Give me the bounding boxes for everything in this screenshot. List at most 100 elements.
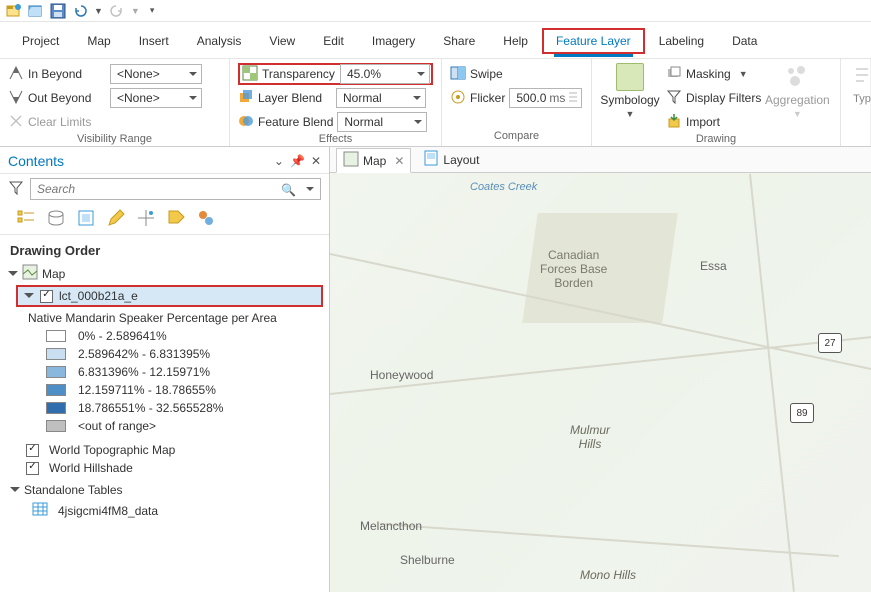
basemap1-checkbox[interactable] bbox=[26, 444, 39, 457]
map-view-icon bbox=[343, 151, 359, 170]
clear-limits-icon bbox=[8, 113, 24, 132]
transparency-combo[interactable]: 45.0% bbox=[340, 64, 430, 84]
layer-visibility-checkbox[interactable] bbox=[40, 290, 53, 303]
search-input[interactable]: Search 🔍 bbox=[30, 178, 321, 200]
tab-data[interactable]: Data bbox=[718, 28, 771, 54]
expand-map-icon[interactable] bbox=[8, 271, 18, 281]
type-button[interactable]: Typ bbox=[849, 63, 871, 105]
tab-analysis[interactable]: Analysis bbox=[183, 28, 256, 54]
tab-insert[interactable]: Insert bbox=[125, 28, 183, 54]
basemap1-label[interactable]: World Topographic Map bbox=[49, 443, 175, 457]
aggregation-button[interactable]: Aggregation ▼ bbox=[767, 63, 827, 119]
symbology-title: Native Mandarin Speaker Percentage per A… bbox=[6, 307, 323, 327]
group-compare-label: Compare bbox=[450, 130, 583, 144]
close-map-icon[interactable]: ✕ bbox=[394, 154, 404, 168]
type-icon bbox=[852, 63, 871, 91]
open-project-icon[interactable] bbox=[28, 3, 44, 19]
out-beyond-combo[interactable]: <None> bbox=[110, 88, 202, 108]
undo-icon[interactable] bbox=[72, 3, 88, 19]
save-icon[interactable] bbox=[50, 3, 66, 19]
tab-project[interactable]: Project bbox=[8, 28, 73, 54]
legend-row: 0% - 2.589641% bbox=[6, 327, 323, 345]
list-by-drawing-order-icon[interactable] bbox=[16, 208, 36, 228]
undo-dropdown-icon[interactable]: ▼ bbox=[94, 6, 103, 16]
toc-mode-bar bbox=[0, 204, 329, 235]
clear-limits-label[interactable]: Clear Limits bbox=[28, 115, 106, 129]
map-label-mulmur: Mulmur Hills bbox=[570, 423, 610, 451]
dropdown-icon[interactable]: ⌄ bbox=[274, 154, 284, 168]
map-label-honeywood: Honeywood bbox=[370, 368, 433, 382]
display-filters-label[interactable]: Display Filters bbox=[686, 91, 761, 105]
table1-label[interactable]: 4jsigcmi4fM8_data bbox=[58, 504, 158, 518]
legend-label: 18.786551% - 32.565528% bbox=[78, 401, 223, 415]
tab-edit[interactable]: Edit bbox=[309, 28, 358, 54]
list-by-snapping-icon[interactable] bbox=[136, 208, 156, 228]
tab-view[interactable]: View bbox=[255, 28, 309, 54]
map-label[interactable]: Map bbox=[42, 267, 65, 281]
legend-label: 12.159711% - 18.78655% bbox=[78, 383, 216, 397]
tab-labeling[interactable]: Labeling bbox=[645, 28, 718, 54]
out-beyond-icon bbox=[8, 89, 24, 108]
transparency-label: Transparency bbox=[262, 67, 336, 81]
tab-feature-layer[interactable]: Feature Layer bbox=[542, 28, 645, 54]
symbology-icon bbox=[616, 63, 644, 91]
route-shield-89: 89 bbox=[790, 403, 814, 423]
out-of-range-label: <out of range> bbox=[78, 419, 156, 433]
legend-row: 12.159711% - 18.78655% bbox=[6, 381, 323, 399]
swatch-icon bbox=[46, 366, 66, 378]
basemap2-label[interactable]: World Hillshade bbox=[49, 461, 133, 475]
map-label-shelburne: Shelburne bbox=[400, 553, 455, 567]
tab-view-layout[interactable]: Layout bbox=[417, 148, 485, 171]
expand-layer-icon[interactable] bbox=[24, 293, 34, 303]
masking-label[interactable]: Masking bbox=[686, 67, 731, 81]
legend-label: 0% - 2.589641% bbox=[78, 329, 167, 343]
masking-drop-icon: ▼ bbox=[739, 69, 748, 79]
flicker-spin[interactable]: 500.0ms bbox=[509, 88, 582, 108]
swatch-icon bbox=[46, 330, 66, 342]
list-by-perception-icon[interactable] bbox=[196, 208, 216, 228]
basemap2-checkbox[interactable] bbox=[26, 462, 39, 475]
legend-label: 6.831396% - 12.15971% bbox=[78, 365, 210, 379]
layer-blend-combo[interactable]: Normal bbox=[336, 88, 426, 108]
swipe-icon bbox=[450, 65, 466, 84]
symbology-drop-icon: ▼ bbox=[626, 109, 635, 119]
redo-dropdown-icon[interactable]: ▼ bbox=[131, 6, 140, 16]
layer-name[interactable]: lct_000b21a_e bbox=[59, 289, 138, 303]
map-area: Map✕ Layout Coates Creek Canadian Forces… bbox=[330, 147, 871, 592]
legend-label: 2.589642% - 6.831395% bbox=[78, 347, 210, 361]
tab-map[interactable]: Map bbox=[73, 28, 124, 54]
group-drawing-label: Drawing bbox=[600, 133, 832, 147]
in-beyond-combo[interactable]: <None> bbox=[110, 64, 202, 84]
list-by-source-icon[interactable] bbox=[46, 208, 66, 228]
close-icon[interactable]: ✕ bbox=[311, 154, 321, 168]
tab-imagery[interactable]: Imagery bbox=[358, 28, 429, 54]
route-shield-27: 27 bbox=[818, 333, 842, 353]
in-beyond-label: In Beyond bbox=[28, 67, 106, 81]
list-by-labeling-icon[interactable] bbox=[166, 208, 186, 228]
pin-icon[interactable]: 📌 bbox=[290, 154, 305, 168]
feature-blend-combo[interactable]: Normal bbox=[337, 112, 427, 132]
tab-share[interactable]: Share bbox=[429, 28, 489, 54]
new-project-icon[interactable] bbox=[6, 3, 22, 19]
aggregation-drop-icon: ▼ bbox=[793, 109, 802, 119]
tab-view-map[interactable]: Map✕ bbox=[336, 148, 411, 173]
list-by-selection-icon[interactable] bbox=[76, 208, 96, 228]
expand-standalone-icon[interactable] bbox=[10, 487, 20, 497]
swipe-label[interactable]: Swipe bbox=[470, 67, 503, 81]
filter-icon[interactable] bbox=[8, 180, 24, 199]
qat-customize-icon[interactable]: ▾ bbox=[150, 5, 155, 16]
flicker-label[interactable]: Flicker bbox=[470, 91, 505, 105]
feature-blend-icon bbox=[238, 113, 254, 132]
symbology-label: Symbology bbox=[600, 93, 659, 107]
group-visibility-label: Visibility Range bbox=[8, 133, 221, 147]
list-by-editing-icon[interactable] bbox=[106, 208, 126, 228]
symbology-button[interactable]: Symbology ▼ bbox=[600, 63, 660, 119]
tab-help[interactable]: Help bbox=[489, 28, 542, 54]
import-label[interactable]: Import bbox=[686, 115, 720, 129]
feature-blend-label: Feature Blend bbox=[258, 115, 333, 129]
redo-icon[interactable] bbox=[109, 3, 125, 19]
layout-view-icon bbox=[423, 150, 439, 169]
swatch-out-of-range bbox=[46, 420, 66, 432]
map-canvas[interactable]: Coates Creek Canadian Forces Base Borden… bbox=[330, 173, 871, 592]
layer-selected-row[interactable]: lct_000b21a_e bbox=[16, 285, 323, 307]
